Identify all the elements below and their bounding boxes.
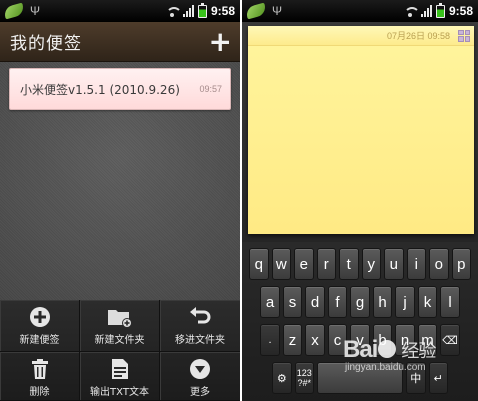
menu-item-more[interactable]: 更多	[160, 352, 240, 401]
key[interactable]: u	[384, 248, 404, 280]
symbols-key-top: 123	[296, 368, 312, 378]
menu-label: 更多	[190, 387, 210, 398]
note-editor-screen: Ψ 9:58 07月26日 09:58 q w e r t y u i o p …	[242, 0, 478, 401]
menu-item-new-note[interactable]: 新建便签	[0, 300, 80, 352]
new-folder-icon	[107, 310, 132, 328]
key[interactable]: g	[350, 286, 370, 318]
wifi-icon	[403, 6, 420, 17]
keyboard-row-3: . z x c v b n m ⌫	[242, 324, 478, 356]
space-key[interactable]	[317, 362, 403, 394]
keyboard-row-1: q w e r t y u i o p	[242, 248, 478, 280]
usb-icon: Ψ	[272, 4, 283, 18]
battery-icon	[435, 2, 445, 18]
symbols-key[interactable]: 123 ?#*	[294, 362, 314, 394]
signal-icon	[182, 5, 194, 17]
symbols-key-bottom: ?#*	[297, 378, 311, 388]
period-key[interactable]: .	[260, 324, 280, 356]
key[interactable]: x	[305, 324, 325, 356]
wifi-icon	[165, 6, 182, 17]
key[interactable]: w	[271, 248, 291, 280]
undo-arrow-icon	[190, 307, 211, 324]
key[interactable]: q	[249, 248, 269, 280]
key[interactable]: e	[294, 248, 314, 280]
key[interactable]: i	[406, 248, 426, 280]
keyboard-row-2: a s d f g h j k l	[242, 286, 478, 318]
menu-item-new-folder[interactable]: 新建文件夹	[80, 300, 160, 352]
key[interactable]: r	[316, 248, 336, 280]
menu-label: 删除	[29, 387, 50, 398]
menu-item-move-to-folder[interactable]: 移进文件夹	[160, 300, 240, 352]
chevron-down-circle-icon	[190, 359, 210, 379]
key[interactable]: v	[350, 324, 370, 356]
note-title: 小米便签v1.5.1 (2010.9.26)	[20, 82, 180, 97]
key[interactable]: y	[361, 248, 381, 280]
key[interactable]: m	[417, 324, 438, 356]
key[interactable]: t	[339, 248, 359, 280]
menu-item-delete[interactable]: 删除	[0, 352, 80, 401]
key[interactable]: p	[451, 248, 471, 280]
key[interactable]: d	[305, 286, 325, 318]
key[interactable]: f	[327, 286, 348, 318]
add-note-button[interactable]: +	[209, 27, 232, 56]
note-time: 09:57	[199, 84, 222, 94]
note-header: 07月26日 09:58	[248, 26, 474, 46]
key[interactable]: k	[417, 286, 438, 318]
menu-label: 移进文件夹	[175, 335, 225, 346]
list-item[interactable]: 小米便签v1.5.1 (2010.9.26) 09:57	[9, 68, 231, 110]
backspace-key[interactable]: ⌫	[440, 324, 460, 356]
app-leaf-icon	[244, 2, 268, 20]
menu-label: 输出TXT文本	[90, 387, 149, 398]
plus-circle-icon	[29, 307, 50, 327]
notes-list: 小米便签v1.5.1 (2010.9.26) 09:57	[0, 62, 240, 300]
key[interactable]: j	[395, 286, 415, 318]
signal-icon	[420, 5, 432, 17]
soft-keyboard: q w e r t y u i o p a s d f g h j k l . …	[242, 242, 478, 401]
app-title-bar: 我的便签 +	[0, 22, 240, 62]
trash-icon	[31, 359, 48, 379]
clock: 9:58	[448, 4, 473, 18]
key[interactable]: o	[429, 248, 449, 280]
enter-key[interactable]: ↵	[428, 362, 448, 394]
key[interactable]: c	[327, 324, 348, 356]
key[interactable]: z	[282, 324, 303, 356]
menu-label: 新建便签	[19, 335, 60, 346]
options-menu: 新建便签 新建文件夹 移进文件夹 删除 输出TXT文本 更多	[0, 300, 240, 401]
grid-icon[interactable]	[458, 29, 470, 42]
settings-key[interactable]: ⚙	[272, 362, 292, 394]
note-editor[interactable]: 07月26日 09:58	[248, 26, 474, 234]
txt-file-icon	[111, 359, 128, 379]
app-leaf-icon	[2, 2, 26, 20]
key[interactable]: a	[260, 286, 280, 318]
menu-label: 新建文件夹	[94, 335, 145, 346]
usb-icon: Ψ	[30, 4, 41, 18]
battery-icon	[197, 2, 207, 18]
status-bar: Ψ 9:58	[0, 0, 240, 22]
key[interactable]: b	[372, 324, 393, 356]
key[interactable]: l	[440, 286, 460, 318]
key[interactable]: n	[395, 324, 415, 356]
keyboard-row-4: ⚙ 123 ?#* 中 ↵	[242, 362, 478, 394]
notes-list-screen: Ψ 9:58 我的便签 + 小米便签v1.5.1 (2010.9.26) 09:…	[0, 0, 240, 401]
key[interactable]: h	[372, 286, 393, 318]
menu-item-export-txt[interactable]: 输出TXT文本	[80, 352, 160, 401]
status-bar: Ψ 9:58	[242, 0, 478, 22]
clock: 9:58	[210, 4, 235, 18]
language-mode-key[interactable]: 中	[406, 362, 426, 394]
note-date: 07月26日 09:58	[386, 31, 450, 41]
page-title: 我的便签	[10, 34, 82, 54]
key[interactable]: s	[282, 286, 303, 318]
